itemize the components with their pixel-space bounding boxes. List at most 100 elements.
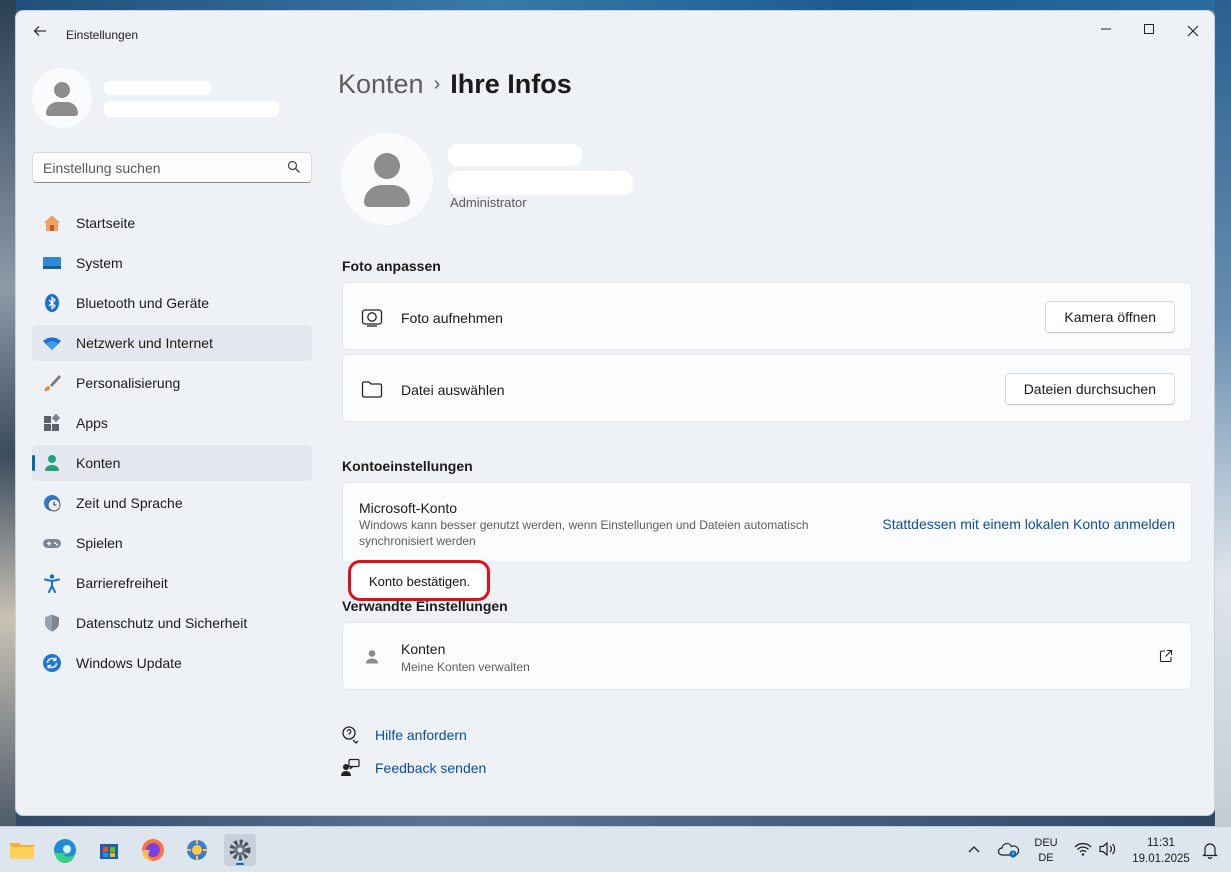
notification-bell-icon[interactable] bbox=[1202, 841, 1218, 860]
wifi-tray-icon[interactable] bbox=[1074, 841, 1092, 857]
clock-globe-icon bbox=[44, 495, 61, 512]
card-microsoft-account: Microsoft-Konto Windows kann besser genu… bbox=[342, 482, 1192, 563]
help-link[interactable]: Hilfe anfordern bbox=[375, 727, 467, 743]
feedback-link[interactable]: Feedback senden bbox=[375, 760, 486, 776]
breadcrumb-parent[interactable]: Konten bbox=[338, 69, 424, 99]
taskbar: DEU DE 11:31 19.01.2025 bbox=[0, 826, 1231, 872]
wifi-icon bbox=[43, 337, 61, 350]
sidebar-item-windows-update[interactable]: Windows Update bbox=[32, 645, 312, 681]
profile-name-redacted bbox=[104, 81, 212, 95]
card-choose-file: Datei auswählen Dateien durchsuchen bbox=[342, 354, 1192, 422]
sidebar-item-label: Personalisierung bbox=[76, 375, 181, 391]
accessibility-icon bbox=[44, 574, 60, 593]
user-avatar bbox=[341, 133, 433, 225]
avatar-head bbox=[374, 153, 400, 179]
avatar-head bbox=[54, 82, 70, 98]
close-icon[interactable] bbox=[1173, 17, 1213, 45]
local-account-link[interactable]: Stattdessen mit einem lokalen Konto anme… bbox=[882, 516, 1175, 532]
feedback-icon bbox=[341, 758, 360, 776]
open-camera-button[interactable]: Kamera öffnen bbox=[1045, 301, 1175, 333]
sidebar-item-spielen[interactable]: Spielen bbox=[32, 525, 312, 561]
search-input[interactable] bbox=[43, 159, 273, 177]
help-chat-icon bbox=[342, 726, 359, 744]
take-photo-label: Foto aufnehmen bbox=[401, 310, 503, 326]
wallpaper-top bbox=[0, 0, 1231, 10]
sidebar-item-netzwerk[interactable]: Netzwerk und Internet bbox=[32, 325, 312, 361]
file-explorer-icon[interactable] bbox=[6, 834, 38, 866]
firefox-icon[interactable] bbox=[137, 834, 169, 866]
highlight-text: Konto bestätigen. bbox=[369, 574, 471, 589]
back-arrow-icon[interactable] bbox=[30, 23, 50, 43]
folder-icon bbox=[361, 381, 383, 398]
microsoft-account-description-2: synchronisiert werden bbox=[359, 534, 476, 548]
clock[interactable]: 11:31 19.01.2025 bbox=[1128, 835, 1194, 872]
section-title-verwandt: Verwandte Einstellungen bbox=[342, 598, 508, 614]
profile-avatar[interactable] bbox=[32, 68, 92, 128]
sidebar-nav: Startseite System Bluetooth und Geräte N… bbox=[32, 205, 312, 685]
sidebar-item-system[interactable]: System bbox=[32, 245, 312, 281]
language-indicator[interactable]: DEU DE bbox=[1034, 836, 1058, 872]
sidebar-item-label: Datenschutz und Sicherheit bbox=[76, 615, 248, 631]
sidebar-item-label: System bbox=[76, 255, 123, 271]
maximize-icon[interactable] bbox=[1129, 17, 1169, 45]
settings-window: Einstellungen Startseite System bbox=[15, 10, 1215, 816]
search-icon[interactable] bbox=[287, 160, 301, 174]
microsoft-account-description-1: Windows kann besser genutzt werden, wenn… bbox=[359, 518, 809, 532]
user-role: Administrator bbox=[450, 195, 527, 210]
open-external-icon[interactable] bbox=[1159, 649, 1173, 663]
sidebar-item-bluetooth[interactable]: Bluetooth und Geräte bbox=[32, 285, 312, 321]
page-title: Ihre Infos bbox=[450, 69, 572, 99]
bluetooth-icon bbox=[45, 294, 59, 312]
minimize-icon[interactable] bbox=[1086, 17, 1126, 45]
sidebar-item-label: Barrierefreiheit bbox=[76, 575, 168, 591]
sidebar-item-startseite[interactable]: Startseite bbox=[32, 205, 312, 241]
related-accounts-label: Konten bbox=[401, 641, 446, 657]
profile-email-redacted bbox=[104, 101, 279, 117]
chevron-right-icon: › bbox=[433, 73, 441, 95]
sun-app-icon[interactable] bbox=[181, 834, 213, 866]
section-title-foto: Foto anpassen bbox=[342, 258, 441, 274]
related-accounts-sub: Meine Konten verwalten bbox=[401, 660, 530, 674]
card-take-photo: Foto aufnehmen Kamera öffnen bbox=[342, 282, 1192, 350]
sidebar-item-label: Startseite bbox=[76, 215, 136, 231]
clock-date: 19.01.2025 bbox=[1132, 853, 1190, 865]
shield-icon bbox=[45, 614, 59, 632]
sidebar-item-label: Apps bbox=[76, 415, 108, 431]
sidebar-item-barrierefreiheit[interactable]: Barrierefreiheit bbox=[32, 565, 312, 601]
search-box[interactable] bbox=[32, 152, 312, 183]
avatar-body bbox=[46, 102, 78, 116]
camera-icon bbox=[361, 309, 383, 327]
settings-gear-icon[interactable] bbox=[224, 834, 256, 866]
chevron-up-icon[interactable] bbox=[966, 841, 982, 857]
card-related-accounts[interactable]: Konten Meine Konten verwalten bbox=[342, 622, 1192, 690]
title-bar: Einstellungen bbox=[16, 11, 1214, 55]
home-icon bbox=[44, 215, 60, 231]
choose-file-label: Datei auswählen bbox=[401, 382, 505, 398]
account-icon bbox=[45, 455, 59, 471]
user-email-redacted bbox=[448, 171, 633, 195]
browse-files-button[interactable]: Dateien durchsuchen bbox=[1004, 373, 1175, 405]
sidebar-item-datenschutz[interactable]: Datenschutz und Sicherheit bbox=[32, 605, 312, 641]
gamepad-icon bbox=[43, 539, 61, 548]
language-line-1: DEU bbox=[1034, 837, 1058, 849]
sidebar-item-label: Bluetooth und Geräte bbox=[76, 295, 210, 311]
sidebar-item-zeit[interactable]: Zeit und Sprache bbox=[32, 485, 312, 521]
volume-icon[interactable] bbox=[1098, 841, 1118, 857]
person-icon bbox=[366, 650, 378, 664]
app-title: Einstellungen bbox=[66, 28, 139, 42]
language-line-2: DE bbox=[1038, 852, 1054, 864]
sidebar-item-label: Konten bbox=[76, 455, 121, 471]
highlight-annotation: Konto bestätigen. bbox=[348, 560, 490, 601]
system-display-icon bbox=[43, 257, 61, 269]
store-icon[interactable] bbox=[93, 834, 125, 866]
onedrive-icon[interactable] bbox=[997, 840, 1020, 860]
sidebar-item-apps[interactable]: Apps bbox=[32, 405, 312, 441]
sidebar-item-label: Windows Update bbox=[76, 655, 182, 671]
clock-time: 11:31 bbox=[1147, 837, 1175, 849]
sidebar-item-label: Netzwerk und Internet bbox=[76, 335, 213, 351]
edge-icon[interactable] bbox=[49, 834, 81, 866]
sidebar-item-konten[interactable]: Konten bbox=[32, 445, 312, 481]
user-name-redacted bbox=[448, 144, 582, 166]
apps-icon bbox=[44, 413, 61, 431]
sidebar-item-personalisierung[interactable]: Personalisierung bbox=[32, 365, 312, 401]
